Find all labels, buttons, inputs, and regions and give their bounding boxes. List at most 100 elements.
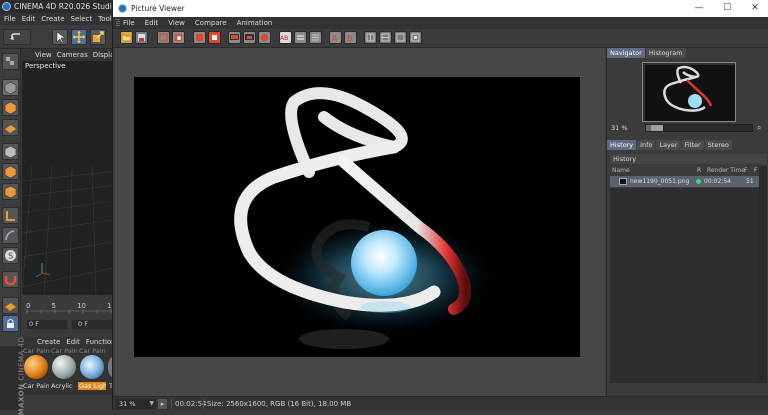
crop-button[interactable]: [157, 31, 170, 44]
compare-split-button[interactable]: [364, 31, 377, 44]
floor-grid-button[interactable]: [2, 297, 19, 314]
render-status-icon: [696, 179, 701, 184]
tab-history[interactable]: History: [607, 140, 637, 150]
history-scrollbar[interactable]: [759, 166, 767, 383]
c4d-menu-select[interactable]: Select: [71, 13, 93, 25]
history-file-name: new1190_0051.png: [630, 178, 690, 185]
text-compare-button[interactable]: [309, 31, 322, 44]
lock-workplane-button[interactable]: [2, 315, 19, 332]
column-header-name[interactable]: Name: [612, 166, 630, 175]
zoom-step-button[interactable]: ▸: [158, 399, 167, 409]
close-button[interactable]: ✕: [741, 0, 768, 17]
magnet-button[interactable]: [2, 271, 19, 288]
image-canvas[interactable]: [115, 48, 605, 396]
compare-diff-button[interactable]: [394, 31, 407, 44]
render-queue-button[interactable]: [258, 31, 271, 44]
open-button[interactable]: [120, 31, 133, 44]
undo-button[interactable]: [3, 29, 31, 45]
navigator-zoom-slider[interactable]: [645, 124, 753, 132]
viewport-menu-cameras[interactable]: Cameras: [57, 49, 88, 61]
screen-render-button[interactable]: [243, 31, 256, 44]
menu-edit[interactable]: Edit: [145, 17, 159, 29]
scale-tool-button[interactable]: [90, 29, 106, 45]
menu-view[interactable]: View: [168, 17, 185, 29]
axis-mode-button[interactable]: [2, 207, 19, 224]
zoom-magnifier-icon[interactable]: ⌕: [757, 123, 766, 132]
edges-mode-button[interactable]: [2, 163, 19, 180]
cube-icon: [4, 81, 17, 95]
rendered-image: [134, 77, 580, 357]
edge-cube-icon: [4, 165, 17, 179]
model-mode-button[interactable]: [2, 79, 19, 96]
c4d-toolbar: [0, 25, 118, 49]
render-button[interactable]: [193, 31, 206, 44]
thumbnail-icon: [619, 178, 627, 185]
perspective-viewport[interactable]: [22, 61, 118, 295]
column-header-render-time[interactable]: Render Time: [707, 166, 745, 175]
c4d-menu-file[interactable]: File: [4, 13, 16, 25]
material-label: Car Pain: [51, 347, 78, 355]
tab-info[interactable]: Info: [637, 140, 656, 150]
zoom-select[interactable]: 31 % ▼: [116, 399, 156, 409]
snap-button[interactable]: S: [2, 247, 19, 264]
menu-compare[interactable]: Compare: [195, 17, 227, 29]
table-row[interactable]: new1190_0051.png 00:02:54 51: [610, 176, 767, 187]
render-icon: [196, 34, 203, 41]
c4d-menu-create[interactable]: Create: [41, 13, 64, 25]
picture-viewer-title-bar: Picture Viewer — ☐ ✕: [113, 0, 768, 17]
select-tool-button[interactable]: [52, 29, 68, 45]
region-icon: [175, 34, 182, 41]
column-header-f2[interactable]: F: [754, 166, 757, 175]
c4d-menu-bar: File Edit Create Select Tools: [0, 13, 118, 25]
timeline-tick: 5: [51, 302, 56, 310]
tweak-mode-button[interactable]: [2, 227, 19, 244]
c4d-menu-edit[interactable]: Edit: [22, 13, 36, 25]
status-render-time: 00:02:54: [175, 400, 207, 408]
timeline-tick: 0: [26, 302, 31, 310]
history-list-area[interactable]: [610, 188, 767, 383]
history-section-header: History: [610, 154, 767, 164]
column-header-f[interactable]: F: [744, 166, 747, 175]
compare-horizontal-button[interactable]: [379, 31, 392, 44]
make-editable-button[interactable]: [2, 53, 19, 70]
texture-mode-button[interactable]: [2, 99, 19, 116]
window-title: Picture Viewer: [131, 4, 185, 13]
start-frame-field[interactable]: 0 F: [27, 320, 67, 329]
region-button[interactable]: [172, 31, 185, 44]
viewport-grid-icon: [22, 165, 118, 295]
maxon-brand: MAXON CINEMA 4D: [0, 337, 25, 415]
material-menu-create[interactable]: Create: [37, 337, 60, 347]
set-a-button[interactable]: A: [329, 31, 342, 44]
tab-filter[interactable]: Filter: [681, 140, 704, 150]
ab-compare-button[interactable]: AB: [279, 31, 292, 44]
compare-overlay-button[interactable]: [409, 31, 422, 44]
tab-navigator[interactable]: Navigator: [607, 48, 645, 58]
menu-file[interactable]: File: [123, 17, 135, 29]
navigator-preview[interactable]: [642, 62, 736, 122]
tab-layer[interactable]: Layer: [656, 140, 681, 150]
maximize-button[interactable]: ☐: [713, 0, 741, 17]
workplane-button[interactable]: [2, 119, 19, 136]
menu-animation[interactable]: Animation: [237, 17, 273, 29]
stop-render-button[interactable]: [208, 31, 221, 44]
material-swatch[interactable]: [24, 355, 48, 379]
zoom-slider-thumb[interactable]: [651, 125, 664, 131]
column-header-r[interactable]: R: [697, 166, 701, 175]
polygons-mode-button[interactable]: [2, 183, 19, 200]
set-b-button[interactable]: B: [344, 31, 357, 44]
snap-s-icon: S: [5, 250, 16, 261]
swap-compare-button[interactable]: [294, 31, 307, 44]
current-frame-field[interactable]: 0 F: [72, 320, 116, 329]
tab-histogram[interactable]: Histogram: [645, 48, 686, 58]
minimize-button[interactable]: —: [685, 0, 713, 17]
tab-stereo[interactable]: Stereo: [704, 140, 732, 150]
material-swatch[interactable]: [52, 355, 76, 379]
material-swatch[interactable]: [80, 355, 104, 379]
screen-region-button[interactable]: [228, 31, 241, 44]
move-tool-button[interactable]: [71, 29, 87, 45]
material-menu-edit[interactable]: Edit: [66, 337, 80, 347]
points-mode-button[interactable]: [2, 143, 19, 160]
save-button[interactable]: [135, 31, 148, 44]
scale-icon: [93, 31, 104, 42]
viewport-menu-view[interactable]: View: [35, 49, 52, 61]
